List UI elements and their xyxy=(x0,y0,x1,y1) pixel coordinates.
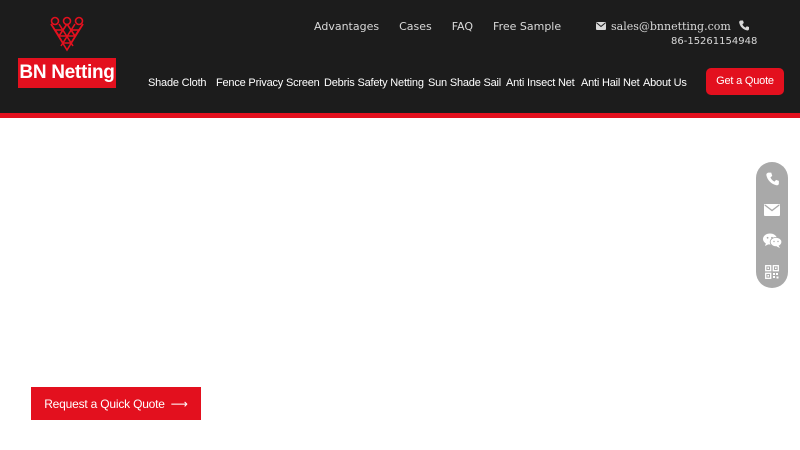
nav-fence-privacy-screen[interactable]: Fence Privacy Screen xyxy=(216,77,320,89)
arrow-right-icon: ⟶ xyxy=(170,396,188,411)
topnav-faq[interactable]: FAQ xyxy=(452,20,473,34)
nav-sun-shade-sail[interactable]: Sun Shade Sail xyxy=(428,77,501,89)
contact-email-text: sales@bnnetting.com xyxy=(611,19,731,33)
header-red-stripe xyxy=(0,113,800,118)
top-utility-nav: Advantages Cases FAQ Free Sample xyxy=(314,20,581,34)
nav-shade-cloth[interactable]: Shade Cloth xyxy=(148,77,207,89)
nav-about-us[interactable]: About Us xyxy=(643,77,687,89)
topnav-cases[interactable]: Cases xyxy=(399,20,432,34)
nav-debris-safety-netting[interactable]: Debris Safety Netting xyxy=(324,77,424,89)
wechat-icon xyxy=(762,233,782,248)
phone-icon xyxy=(739,20,749,31)
request-quick-quote-label: Request a Quick Quote xyxy=(44,396,165,411)
phone-icon xyxy=(765,172,779,185)
side-qr-button[interactable] xyxy=(756,256,788,287)
side-phone-button[interactable] xyxy=(756,163,788,194)
site-logo[interactable]: BN Netting xyxy=(18,16,116,88)
envelope-icon xyxy=(764,203,780,216)
contact-email[interactable]: sales@bnnetting.com xyxy=(596,19,731,33)
nav-anti-insect-net[interactable]: Anti Insect Net xyxy=(506,77,575,89)
request-quick-quote-button[interactable]: Request a Quick Quote ⟶ xyxy=(31,387,201,420)
topnav-free-sample[interactable]: Free Sample xyxy=(493,20,561,34)
floating-contact-bar xyxy=(756,162,788,288)
diamond-net-icon xyxy=(50,16,84,52)
side-wechat-button[interactable] xyxy=(756,225,788,256)
nav-anti-hail-net[interactable]: Anti Hail Net xyxy=(581,77,640,89)
site-header xyxy=(0,0,800,113)
get-a-quote-button[interactable]: Get a Quote xyxy=(706,68,784,95)
contact-phone[interactable]: 86-15261154948 xyxy=(671,36,757,47)
topnav-advantages[interactable]: Advantages xyxy=(314,20,379,34)
envelope-icon xyxy=(596,22,606,30)
side-email-button[interactable] xyxy=(756,194,788,225)
logo-wordmark: BN Netting xyxy=(18,58,116,88)
qr-code-icon xyxy=(765,264,779,279)
